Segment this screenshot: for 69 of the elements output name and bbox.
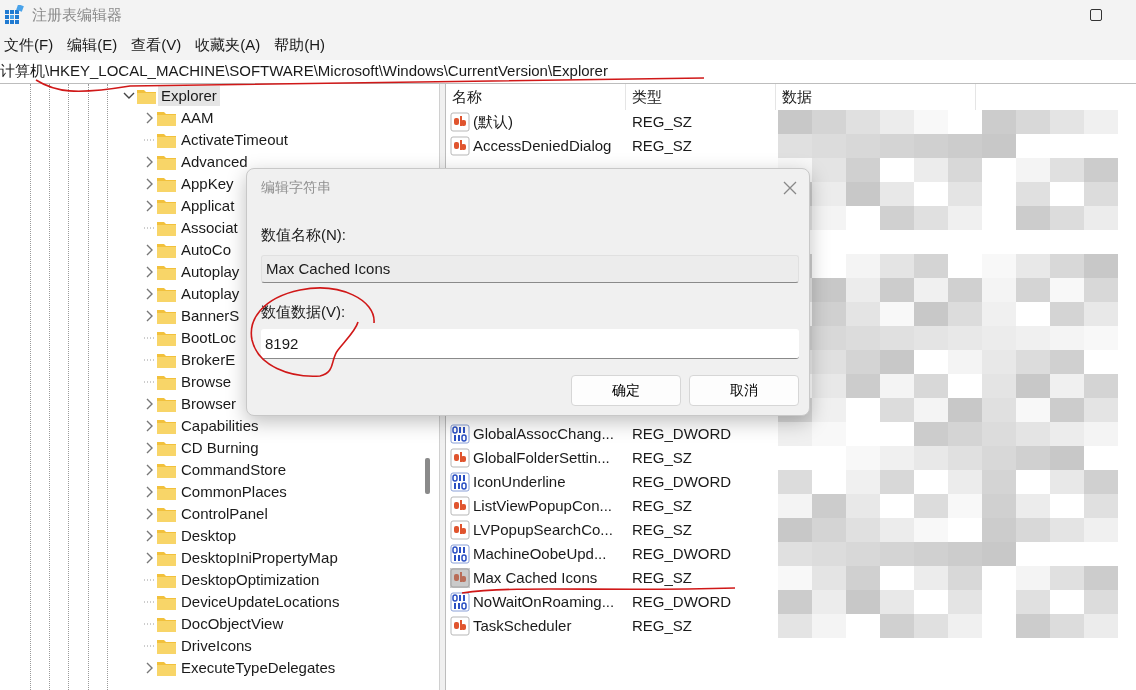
menu-item[interactable]: 查看(V) — [127, 30, 192, 60]
tree-item[interactable]: Autoplay — [178, 284, 243, 304]
value-name[interactable]: ListViewPopupCon... — [473, 494, 612, 518]
tree-item[interactable]: DesktopOptimization — [178, 570, 323, 590]
value-name[interactable]: GlobalAssocChang... — [473, 422, 614, 446]
address-bar[interactable]: 计算机\HKEY_LOCAL_MACHINE\SOFTWARE\Microsoft\Windows\CurrentVersion\Explorer — [0, 60, 1136, 84]
tree-item[interactable]: AppKey — [178, 174, 237, 194]
value-name[interactable]: IconUnderline — [473, 470, 566, 494]
menu-item[interactable]: 编辑(E) — [63, 30, 128, 60]
tree-item[interactable]: ActivateTimeout — [178, 130, 291, 150]
tree-item[interactable]: ControlPanel — [178, 504, 271, 524]
tree-item[interactable]: DriveIcons — [178, 636, 255, 656]
tree-item[interactable]: Advanced — [178, 152, 251, 172]
window-title: 注册表编辑器 — [32, 4, 122, 25]
tree-item[interactable]: DesktopIniPropertyMap — [178, 548, 341, 568]
value-data-field[interactable]: 8192 — [261, 329, 799, 359]
tree-item[interactable]: AutoCo — [178, 240, 235, 260]
tree-item[interactable]: DeviceUpdateLocations — [178, 592, 343, 612]
value-name[interactable]: MachineOobeUpd... — [473, 542, 607, 566]
tree-item[interactable]: BrokerE — [178, 350, 239, 370]
tree-item[interactable]: BannerS — [178, 306, 243, 326]
value-type: REG_SZ — [631, 495, 693, 516]
dialog-title: 编辑字符串 — [261, 178, 331, 197]
cancel-button[interactable]: 取消 — [689, 375, 799, 406]
tree-item[interactable]: BootLoc — [178, 328, 240, 348]
value-name[interactable]: NoWaitOnRoaming... — [473, 590, 615, 614]
value-type: REG_DWORD — [631, 543, 733, 564]
column-header[interactable]: 名称 — [446, 84, 626, 110]
field-label: 数值名称(N): — [261, 225, 347, 245]
value-type: REG_DWORD — [631, 471, 733, 492]
scrollbar-thumb[interactable] — [425, 458, 430, 494]
menu-item[interactable]: 文件(F) — [0, 30, 64, 60]
tree-item[interactable]: Browse — [178, 372, 235, 392]
ok-button[interactable]: 确定 — [571, 375, 681, 406]
value-type: REG_SZ — [631, 111, 693, 132]
value-name[interactable]: AccessDeniedDialog — [473, 134, 612, 158]
value-name-field[interactable]: Max Cached Icons — [261, 254, 799, 283]
column-header[interactable]: 类型 — [626, 84, 776, 110]
field-label: 数值数据(V): — [261, 301, 347, 322]
tree-item[interactable]: Capabilities — [178, 416, 262, 436]
tree-item[interactable]: CommandStore — [178, 460, 290, 480]
menu-item[interactable]: 收藏夹(A) — [191, 30, 271, 60]
value-name[interactable]: TaskScheduler — [473, 614, 572, 638]
maximize-icon[interactable] — [1090, 9, 1102, 21]
tree-item[interactable]: DocObjectView — [178, 614, 287, 634]
tree-item[interactable]: Autoplay — [178, 262, 243, 282]
menu-item[interactable]: 帮助(H) — [270, 30, 335, 60]
close-icon[interactable] — [783, 180, 797, 195]
tree-item[interactable]: CD Burning — [178, 438, 262, 458]
value-type: REG_DWORD — [631, 591, 733, 612]
value-type: REG_SZ — [631, 447, 693, 468]
value-name[interactable]: Max Cached Icons — [473, 566, 598, 590]
tree-item[interactable]: ExecuteTypeDelegates — [178, 658, 339, 678]
tree-item[interactable]: Desktop — [178, 526, 240, 546]
value-name[interactable]: LVPopupSearchCo... — [473, 518, 613, 542]
tree-item[interactable]: Explorer — [158, 86, 220, 106]
value-type: REG_SZ — [631, 135, 693, 156]
tree-item[interactable]: AAM — [178, 108, 217, 128]
tree-item[interactable]: Applicat — [178, 196, 238, 216]
value-type: REG_SZ — [631, 519, 693, 540]
value-type: REG_SZ — [631, 615, 693, 636]
tree-item[interactable]: CommonPlaces — [178, 482, 290, 502]
value-type: REG_SZ — [631, 567, 693, 588]
value-name[interactable]: (默认) — [473, 110, 513, 134]
tree-item[interactable]: Associat — [178, 218, 241, 238]
registry-editor-icon — [4, 5, 24, 25]
tree-item[interactable]: Browser — [178, 394, 239, 414]
value-name[interactable]: GlobalFolderSettin... — [473, 446, 610, 470]
value-type: REG_DWORD — [631, 423, 733, 444]
